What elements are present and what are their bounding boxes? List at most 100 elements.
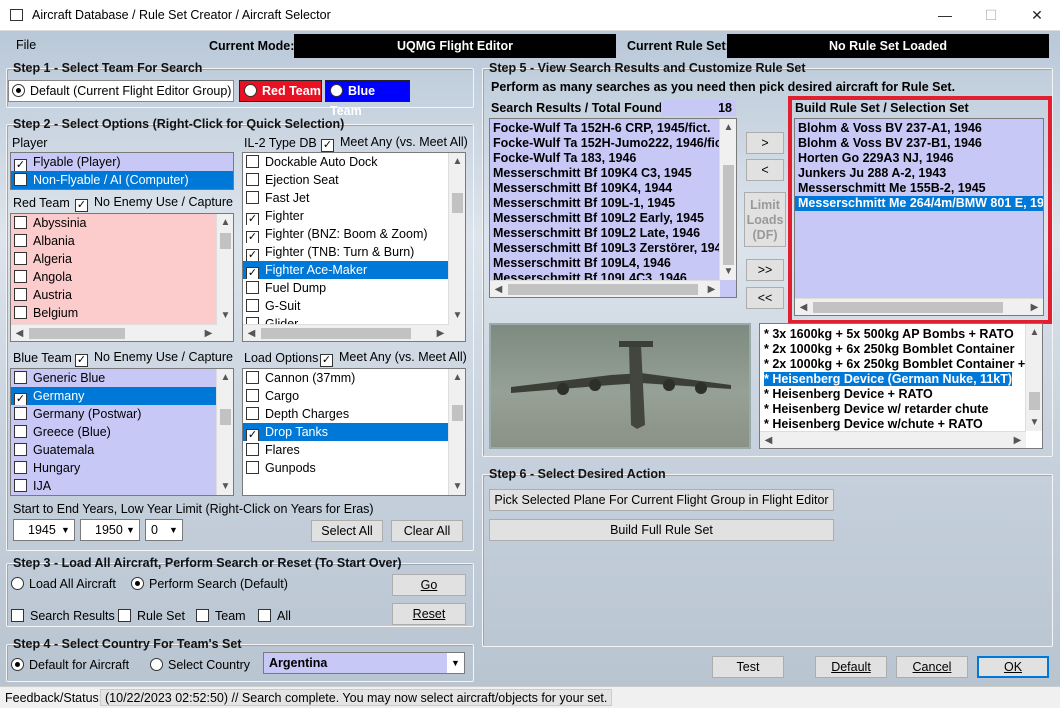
team-default-radio[interactable]: Default (Current Flight Editor Group): [8, 80, 234, 102]
list-item[interactable]: Austria: [11, 286, 233, 304]
load-list-scrollbar[interactable]: ▲ ▼: [448, 369, 465, 495]
red-list-hscrollbar[interactable]: ◀ ▶: [11, 324, 217, 341]
list-item[interactable]: Gunpods: [243, 459, 465, 477]
il2-list-hscrollbar[interactable]: ◀ ▶: [243, 324, 449, 341]
scroll-down-icon[interactable]: ▼: [217, 307, 233, 324]
scroll-right-icon[interactable]: ▶: [1026, 299, 1043, 315]
checkbox-icon[interactable]: [246, 389, 259, 402]
results-scrollbar[interactable]: ▲ ▼: [719, 119, 736, 280]
checkbox-icon[interactable]: [14, 173, 27, 186]
blue-no-enemy-checkbox[interactable]: ✓ No Enemy Use / Capture: [75, 350, 233, 367]
checkbox-icon[interactable]: [14, 461, 27, 474]
select-all-button[interactable]: Select All: [311, 520, 383, 542]
checkbox-icon[interactable]: [14, 288, 27, 301]
list-item[interactable]: Belgium: [11, 304, 233, 322]
scroll-thumb[interactable]: [452, 405, 463, 421]
scroll-up-icon[interactable]: ▲: [1026, 324, 1042, 341]
scroll-down-icon[interactable]: ▼: [449, 307, 465, 324]
build-hscrollbar[interactable]: ◀ ▶: [795, 298, 1043, 315]
list-item[interactable]: Angola: [11, 268, 233, 286]
list-item[interactable]: Hungary: [11, 459, 233, 477]
list-item[interactable]: * Heisenberg Device w/chute + RATO: [760, 417, 1042, 432]
checkbox-icon[interactable]: ✓: [14, 393, 27, 405]
low-limit-combo[interactable]: 0 ▼: [145, 519, 183, 541]
load-meet-any-checkbox[interactable]: ✓ Meet Any (vs. Meet All): [320, 350, 467, 367]
pick-plane-button[interactable]: Pick Selected Plane For Current Flight G…: [489, 489, 834, 511]
blue-list-scrollbar[interactable]: ▲ ▼: [216, 369, 233, 495]
list-item[interactable]: Greece (Blue): [11, 423, 233, 441]
scroll-up-icon[interactable]: ▲: [449, 153, 465, 170]
list-item[interactable]: ✓ Fighter: [243, 207, 465, 225]
limit-loads-button[interactable]: Limit Loads (DF): [744, 192, 786, 247]
year-end-combo[interactable]: 1950 ▼: [80, 519, 140, 541]
checkbox-icon[interactable]: ✓: [246, 213, 259, 225]
checkbox-icon[interactable]: [14, 407, 27, 420]
list-item[interactable]: IJA: [11, 477, 233, 495]
list-item[interactable]: Non-Flyable / AI (Computer): [11, 171, 233, 189]
red-no-enemy-checkbox[interactable]: ✓ No Enemy Use / Capture: [75, 195, 233, 212]
list-item[interactable]: Depth Charges: [243, 405, 465, 423]
checkbox-icon[interactable]: [14, 306, 27, 319]
il2-meet-any-checkbox[interactable]: ✓ Meet Any (vs. Meet All): [321, 135, 468, 152]
list-item[interactable]: * 2x 1000kg + 6x 250kg Bomblet Container…: [760, 357, 1042, 372]
team-checkbox[interactable]: Team: [196, 609, 246, 623]
scroll-up-icon[interactable]: ▲: [217, 214, 233, 231]
scroll-thumb[interactable]: [29, 328, 125, 339]
perform-search-radio[interactable]: Perform Search (Default): [131, 577, 288, 591]
scroll-up-icon[interactable]: ▲: [217, 369, 233, 386]
load-options-list[interactable]: Cannon (37mm) Cargo Depth Charges ✓ Drop Tan…: [242, 368, 466, 496]
menu-file[interactable]: File: [16, 38, 36, 52]
checkbox-icon[interactable]: [14, 216, 27, 229]
checkbox-icon[interactable]: [246, 173, 259, 186]
checkbox-icon[interactable]: [246, 191, 259, 204]
search-results-checkbox[interactable]: Search Results: [11, 609, 115, 623]
scroll-thumb[interactable]: [723, 165, 734, 265]
checkbox-icon[interactable]: ✓: [246, 249, 259, 261]
load-all-radio[interactable]: Load All Aircraft: [11, 577, 116, 591]
scroll-thumb[interactable]: [261, 328, 411, 339]
list-item[interactable]: Generic Blue: [11, 369, 233, 387]
list-item[interactable]: * 2x 1000kg + 6x 250kg Bomblet Container: [760, 342, 1042, 357]
list-item[interactable]: G-Suit: [243, 297, 465, 315]
checkbox-icon[interactable]: [14, 479, 27, 492]
rule-set-checkbox[interactable]: Rule Set: [118, 609, 185, 623]
list-item[interactable]: Messerschmitt Bf 109K4, 1944: [490, 181, 736, 196]
list-item[interactable]: Messerschmitt Me 264/4m/BMW 801 E, 194: [795, 196, 1043, 211]
scroll-thumb[interactable]: [813, 302, 1003, 313]
list-item[interactable]: Ejection Seat: [243, 171, 465, 189]
scroll-up-icon[interactable]: ▲: [720, 119, 736, 136]
loads-scrollbar[interactable]: ▲ ▼: [1025, 324, 1042, 431]
list-item[interactable]: Flares: [243, 441, 465, 459]
scroll-thumb[interactable]: [452, 193, 463, 213]
list-item[interactable]: Horten Go 229A3 NJ, 1946: [795, 151, 1043, 166]
list-item[interactable]: * Heisenberg Device (German Nuke, 11kT): [760, 372, 1042, 387]
checkbox-icon[interactable]: [14, 425, 27, 438]
scroll-thumb[interactable]: [508, 284, 698, 295]
blue-team-list[interactable]: Generic Blue ✓ Germany Germany (Postwar) Gre…: [10, 368, 234, 496]
list-item[interactable]: Messerschmitt Bf 109L2 Early, 1945: [490, 211, 736, 226]
list-item[interactable]: Junkers Ju 288 A-2, 1943: [795, 166, 1043, 181]
minimize-button[interactable]: —: [922, 0, 968, 31]
load-list[interactable]: * 3x 1600kg + 5x 500kg AP Bombs + RATO * …: [759, 323, 1043, 449]
country-default-radio[interactable]: Default for Aircraft: [11, 658, 129, 672]
player-list[interactable]: ✓ Flyable (Player) Non-Flyable / AI (Compu…: [10, 152, 234, 190]
list-item[interactable]: ✓ Drop Tanks: [243, 423, 465, 441]
clear-all-button[interactable]: Clear All: [391, 520, 463, 542]
red-team-list[interactable]: Abyssinia Albania Algeria Angola Austria Belg…: [10, 213, 234, 342]
list-item[interactable]: Fuel Dump: [243, 279, 465, 297]
test-button[interactable]: Test: [712, 656, 784, 678]
list-item[interactable]: * Heisenberg Device w/ retarder chute: [760, 402, 1042, 417]
scroll-thumb[interactable]: [220, 409, 231, 425]
il2-list-scrollbar[interactable]: ▲ ▼: [448, 153, 465, 341]
checkbox-icon[interactable]: [14, 443, 27, 456]
scroll-down-icon[interactable]: ▼: [1026, 414, 1042, 431]
checkbox-icon[interactable]: ✓: [246, 429, 259, 441]
list-item[interactable]: Guatemala: [11, 441, 233, 459]
build-ruleset-list[interactable]: Blohm & Voss BV 237-A1, 1946 Blohm & Voss…: [794, 118, 1044, 316]
scroll-down-icon[interactable]: ▼: [449, 478, 465, 495]
list-item[interactable]: ✓ Fighter (BNZ: Boom & Zoom): [243, 225, 465, 243]
country-combo[interactable]: Argentina ▼: [263, 652, 465, 674]
checkbox-icon[interactable]: ✓: [246, 267, 259, 279]
scroll-thumb[interactable]: [778, 435, 838, 446]
add-all-button[interactable]: >>: [746, 259, 784, 281]
